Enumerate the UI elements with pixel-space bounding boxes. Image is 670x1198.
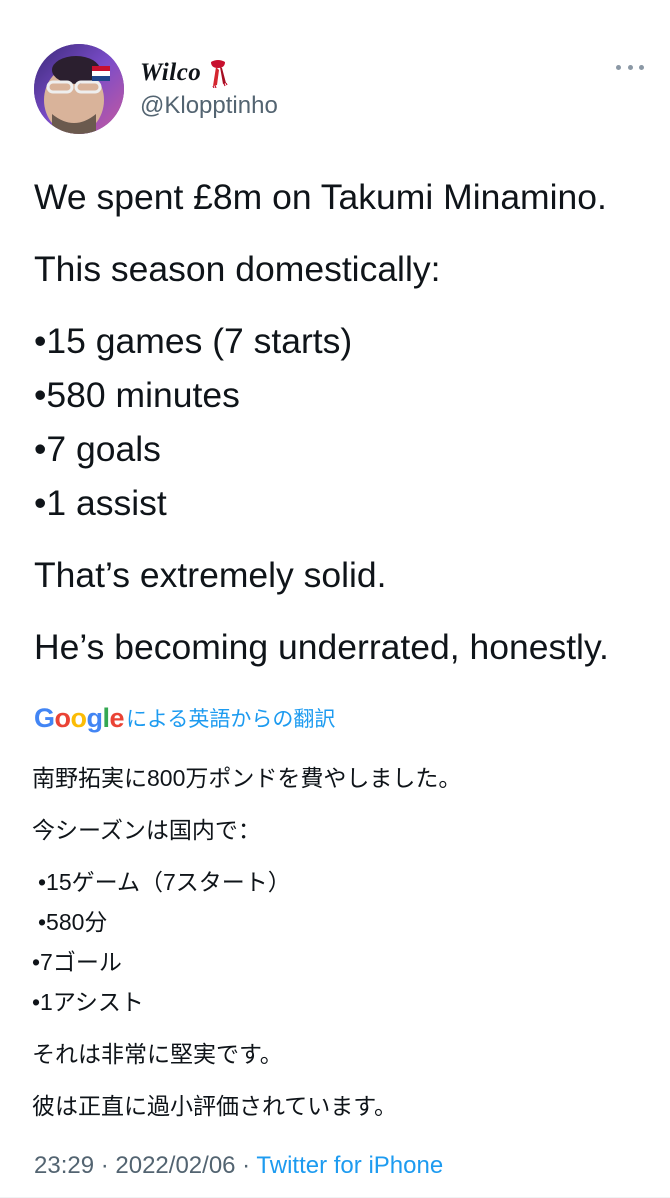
tweet-header: Wilco @Klopptinho (34, 44, 644, 136)
meta-separator: · (94, 1152, 116, 1179)
tweet-line: This season domestically: (34, 249, 441, 289)
translated-line: •15ゲーム（7スタート） (38, 869, 291, 895)
author-name-row[interactable]: Wilco (140, 56, 229, 90)
meta-separator: · (235, 1152, 257, 1179)
red-scarf-icon (207, 58, 229, 89)
translated-line: それは非常に堅実です。 (32, 1041, 283, 1067)
tweet-source-link[interactable]: Twitter for iPhone (256, 1152, 443, 1179)
tweet-line: He’s becoming underrated, honestly. (34, 627, 609, 667)
tweet-text: We spent £8m on Takumi Minamino. This se… (34, 170, 654, 674)
author-display-name[interactable]: Wilco (140, 59, 201, 87)
more-options-icon[interactable] (616, 62, 644, 72)
google-logo-icon: Google (34, 702, 125, 733)
translated-line: •580分 (38, 909, 108, 935)
translation-label[interactable]: による英語からの翻訳 (126, 703, 335, 733)
translated-line: 今シーズンは国内で： (32, 817, 261, 843)
author-avatar[interactable] (34, 44, 124, 134)
tweet-line: •15 games (7 starts) (34, 321, 353, 361)
translated-line: 南野拓実に800万ポンドを費やしました。 (32, 765, 462, 791)
tweet-line: We spent £8m on Takumi Minamino. (34, 177, 607, 217)
translation-attribution[interactable]: Google による英語からの翻訳 (34, 700, 335, 736)
translated-line: 彼は正直に過小評価されています。 (32, 1093, 398, 1119)
tweet-detail: Wilco @Klopptinho We spent £8m on Takumi… (0, 0, 670, 1198)
tweet-time[interactable]: 23:29 (34, 1152, 94, 1179)
author-handle[interactable]: @Klopptinho (140, 92, 278, 120)
tweet-line: •7 goals (34, 429, 161, 469)
tweet-line: •1 assist (34, 483, 167, 523)
translated-text: 南野拓実に800万ポンドを費やしました。 今シーズンは国内で： •15ゲーム（7… (32, 758, 652, 1126)
avatar-photo-icon (34, 44, 124, 134)
translated-line: •1アシスト (32, 989, 144, 1015)
tweet-line: That’s extremely solid. (34, 555, 387, 595)
tweet-metadata: 23:29 · 2022/02/06 · Twitter for iPhone (34, 1152, 443, 1180)
translated-line: •7ゴール (32, 949, 122, 975)
tweet-line: •580 minutes (34, 375, 240, 415)
tweet-date[interactable]: 2022/02/06 (115, 1152, 235, 1179)
